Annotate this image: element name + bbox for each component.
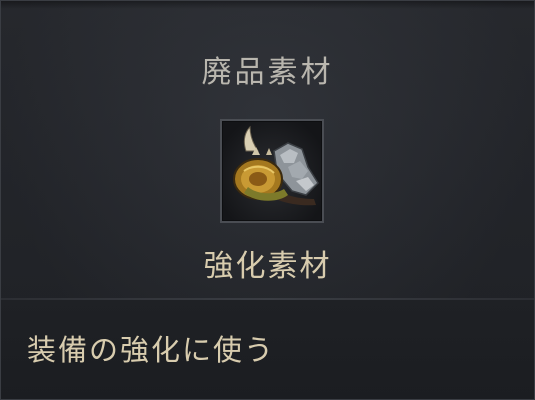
- item-tooltip: 廃品素材 強化素材 装備の強化に使う: [0, 0, 535, 400]
- item-name: 強化素材: [203, 249, 332, 284]
- item-icon-slot: [220, 119, 324, 223]
- item-description: 装備の強化に使う: [27, 333, 276, 367]
- salvage-material-icon: [233, 125, 319, 206]
- item-category: 廃品素材: [201, 55, 334, 90]
